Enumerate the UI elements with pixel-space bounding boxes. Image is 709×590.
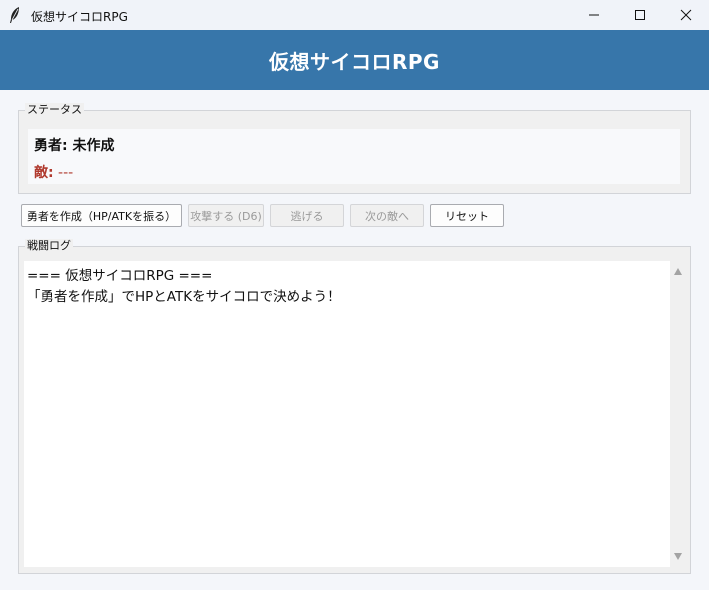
minimize-button[interactable] xyxy=(571,0,617,30)
battle-log-text[interactable]: === 仮想サイコロRPG === 「勇者を作成」でHPとATKをサイコロで決め… xyxy=(24,261,670,567)
reset-button[interactable]: リセット xyxy=(430,204,504,227)
log-scrollbar[interactable] xyxy=(670,261,687,567)
log-line: 「勇者を作成」でHPとATKをサイコロで決めよう！ xyxy=(27,289,341,305)
maximize-button[interactable] xyxy=(617,0,663,30)
page-title: 仮想サイコロRPG xyxy=(269,49,440,74)
create-hero-button[interactable]: 勇者を作成（HP/ATKを振る） xyxy=(21,204,182,227)
window-title: 仮想サイコロRPG xyxy=(31,10,128,24)
scroll-up-icon[interactable] xyxy=(674,268,682,275)
close-icon xyxy=(680,9,692,21)
status-content: 勇者: 未作成 敵: --- xyxy=(28,129,680,184)
flee-button[interactable]: 逃げる xyxy=(270,204,344,227)
app-window: 仮想サイコロRPG 仮想サイコロRPG ステータス 勇者: 未作成 敵: ---… xyxy=(0,0,709,590)
log-group-label: 戦闘ログ xyxy=(25,239,73,253)
feather-icon xyxy=(8,6,22,24)
close-button[interactable] xyxy=(663,0,709,30)
header-banner: 仮想サイコロRPG xyxy=(0,30,709,90)
minimize-icon xyxy=(589,14,599,16)
log-line: === 仮想サイコロRPG === xyxy=(27,268,213,284)
status-group-label: ステータス xyxy=(25,103,84,117)
next-enemy-button[interactable]: 次の敵へ xyxy=(350,204,424,227)
battle-log-panel: 戦闘ログ === 仮想サイコロRPG === 「勇者を作成」でHPとATKをサイ… xyxy=(18,239,691,574)
enemy-value: --- xyxy=(53,165,74,181)
status-panel: ステータス 勇者: 未作成 敵: --- xyxy=(18,103,691,194)
enemy-label: 敵: xyxy=(34,165,54,181)
maximize-icon xyxy=(635,10,645,20)
hero-status: 勇者: 未作成 xyxy=(34,138,115,154)
scroll-down-icon[interactable] xyxy=(674,553,682,560)
attack-button[interactable]: 攻撃する (D6) xyxy=(188,204,264,227)
enemy-status: 敵: --- xyxy=(34,162,73,182)
title-bar: 仮想サイコロRPG xyxy=(0,0,709,30)
